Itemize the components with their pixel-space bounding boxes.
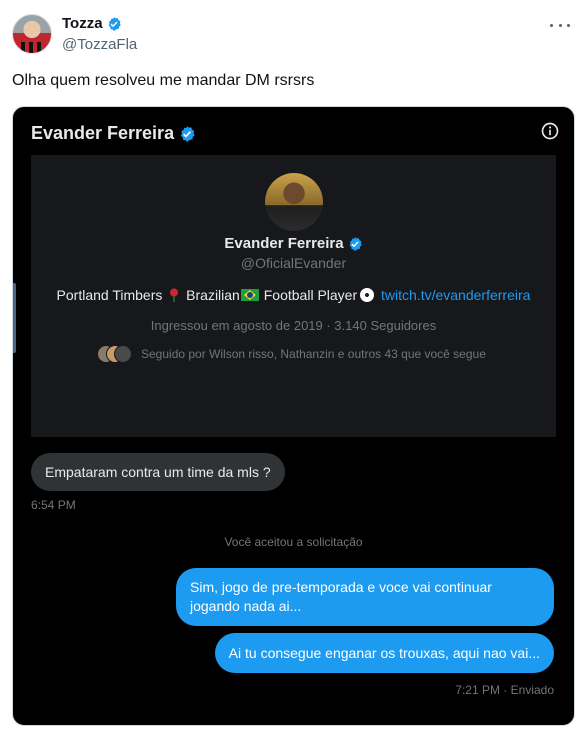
incoming-message[interactable]: Empataram contra um time da mls ? [31, 453, 285, 491]
bio-role: Football Player [263, 287, 358, 303]
author-avatar[interactable] [12, 14, 52, 54]
soccer-ball-icon [360, 288, 375, 302]
verified-badge-icon [181, 125, 195, 142]
followed-by-text: Seguido por Wilson risso, Nathanzin e ou… [141, 347, 486, 361]
info-icon[interactable] [540, 121, 560, 141]
profile-name[interactable]: Evander Ferreira [224, 235, 343, 252]
tweet-media-image[interactable]: Evander Ferreira Evander Ferreira @Ofici… [12, 106, 575, 726]
verified-badge-icon [349, 236, 362, 251]
author-handle[interactable]: @TozzaFla [62, 36, 137, 53]
dm-header: Evander Ferreira [31, 123, 196, 144]
bio-team: Portland Timbers [56, 287, 163, 303]
profile-name-row: Evander Ferreira [31, 235, 556, 252]
profile-bio: Portland Timbers Brazilian Football Play… [31, 287, 556, 303]
outgoing-message[interactable]: Ai tu consegue enganar os trouxas, aqui … [214, 633, 554, 673]
mutual-avatars [97, 345, 132, 363]
brazil-flag-icon [240, 289, 259, 301]
profile-avatar[interactable] [265, 173, 323, 231]
profile-handle: @OficialEvander [240, 255, 347, 271]
author-name[interactable]: Tozza [62, 15, 103, 32]
system-message: Você aceitou a solicitação [224, 535, 363, 549]
author-name-row: Tozza [62, 15, 122, 32]
more-icon[interactable] [550, 18, 570, 32]
verified-badge-icon [108, 16, 121, 31]
profile-card[interactable]: Evander Ferreira @OficialEvander Portlan… [31, 155, 556, 437]
dm-contact-name[interactable]: Evander Ferreira [31, 123, 174, 144]
outgoing-message[interactable]: Sim, jogo de pre-temporada e voce vai co… [176, 568, 554, 626]
tweet-header: Tozza @TozzaFla [12, 12, 574, 56]
profile-joined: Ingressou em agosto de 2019 · 3.140 Segu… [150, 318, 437, 333]
bio-link[interactable]: twitch.tv/evanderferreira [381, 287, 530, 303]
incoming-timestamp: 6:54 PM [31, 498, 76, 512]
rose-emoji-icon [170, 288, 179, 302]
scroll-indicator [13, 283, 16, 353]
outgoing-timestamp: 7:21 PM · Enviado [455, 683, 554, 697]
tweet-text: Olha quem resolveu me mandar DM rsrsrs [12, 72, 315, 89]
bio-nationality: Brazilian [186, 287, 240, 303]
followed-by-row[interactable]: Seguido por Wilson risso, Nathanzin e ou… [97, 345, 486, 363]
